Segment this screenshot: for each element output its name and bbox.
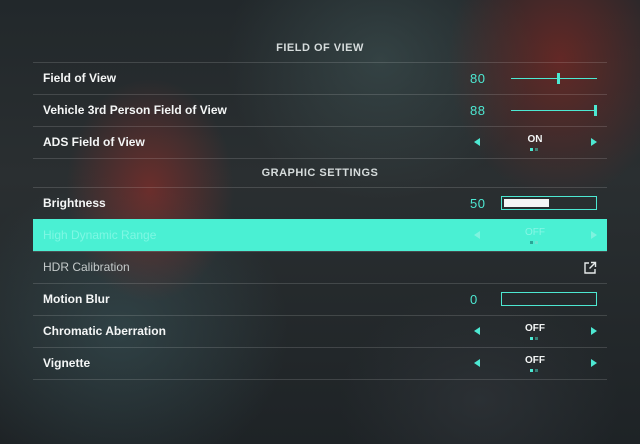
- dot-icon: [535, 148, 538, 151]
- external-link-icon[interactable]: [583, 261, 597, 280]
- brightness-bar[interactable]: [501, 196, 597, 210]
- arrow-left-icon[interactable]: [474, 327, 480, 335]
- arrow-right-icon[interactable]: [591, 327, 597, 335]
- arrow-right-icon[interactable]: [591, 231, 597, 239]
- row-value: 50: [470, 196, 486, 211]
- row-field-of-view[interactable]: Field of View 80: [33, 62, 607, 94]
- toggle-value: OFF: [525, 355, 545, 366]
- row-high-dynamic-range[interactable]: High Dynamic Range OFF: [33, 219, 607, 251]
- arrow-left-icon[interactable]: [474, 138, 480, 146]
- row-label: Field of View: [43, 71, 117, 85]
- row-label: Vehicle 3rd Person Field of View: [43, 103, 227, 117]
- row-brightness[interactable]: Brightness 50: [33, 187, 607, 219]
- dot-icon: [530, 337, 533, 340]
- row-ads-fov[interactable]: ADS Field of View ON: [33, 126, 607, 158]
- vehicle-fov-slider[interactable]: [511, 105, 597, 116]
- arrow-left-icon[interactable]: [474, 231, 480, 239]
- option-indicator: [530, 241, 542, 244]
- dot-icon: [530, 369, 533, 372]
- dot-icon: [530, 148, 533, 151]
- option-indicator: [530, 148, 542, 151]
- toggle-value: OFF: [525, 323, 545, 334]
- row-label: High Dynamic Range: [43, 228, 157, 242]
- row-motion-blur[interactable]: Motion Blur 0: [33, 283, 607, 315]
- section-wrapper: GRAPHIC SETTINGS: [33, 158, 607, 187]
- section-header-graphic-settings: GRAPHIC SETTINGS: [33, 158, 607, 187]
- dot-icon: [535, 337, 538, 340]
- divider: [33, 379, 607, 380]
- dot-icon: [535, 369, 538, 372]
- row-chromatic-aberration[interactable]: Chromatic Aberration OFF: [33, 315, 607, 347]
- row-value: 80: [470, 71, 486, 86]
- bar-fill: [504, 199, 549, 207]
- fov-slider[interactable]: [511, 73, 597, 84]
- row-label: Motion Blur: [43, 292, 110, 306]
- slider-thumb[interactable]: [594, 105, 597, 116]
- motion-blur-bar[interactable]: [501, 292, 597, 306]
- settings-panel: FIELD OF VIEW Field of View 80 Vehicle 3…: [33, 34, 607, 380]
- row-hdr-calibration[interactable]: HDR Calibration: [33, 251, 607, 283]
- dot-icon: [530, 241, 533, 244]
- dot-icon: [535, 241, 538, 244]
- row-label: ADS Field of View: [43, 135, 145, 149]
- row-label: Chromatic Aberration: [43, 324, 166, 338]
- row-value: 0: [470, 292, 478, 307]
- arrow-left-icon[interactable]: [474, 359, 480, 367]
- row-vehicle-fov[interactable]: Vehicle 3rd Person Field of View 88: [33, 94, 607, 126]
- row-label: Brightness: [43, 196, 106, 210]
- row-label: HDR Calibration: [43, 260, 130, 274]
- row-value: 88: [470, 103, 486, 118]
- section-header-field-of-view: FIELD OF VIEW: [276, 42, 364, 54]
- toggle-value: ON: [527, 134, 543, 145]
- option-indicator: [530, 369, 542, 372]
- toggle-value: OFF: [525, 227, 545, 238]
- option-indicator: [530, 337, 542, 340]
- row-vignette[interactable]: Vignette OFF: [33, 347, 607, 379]
- slider-thumb[interactable]: [557, 73, 560, 84]
- arrow-right-icon[interactable]: [591, 138, 597, 146]
- arrow-right-icon[interactable]: [591, 359, 597, 367]
- row-label: Vignette: [43, 356, 91, 370]
